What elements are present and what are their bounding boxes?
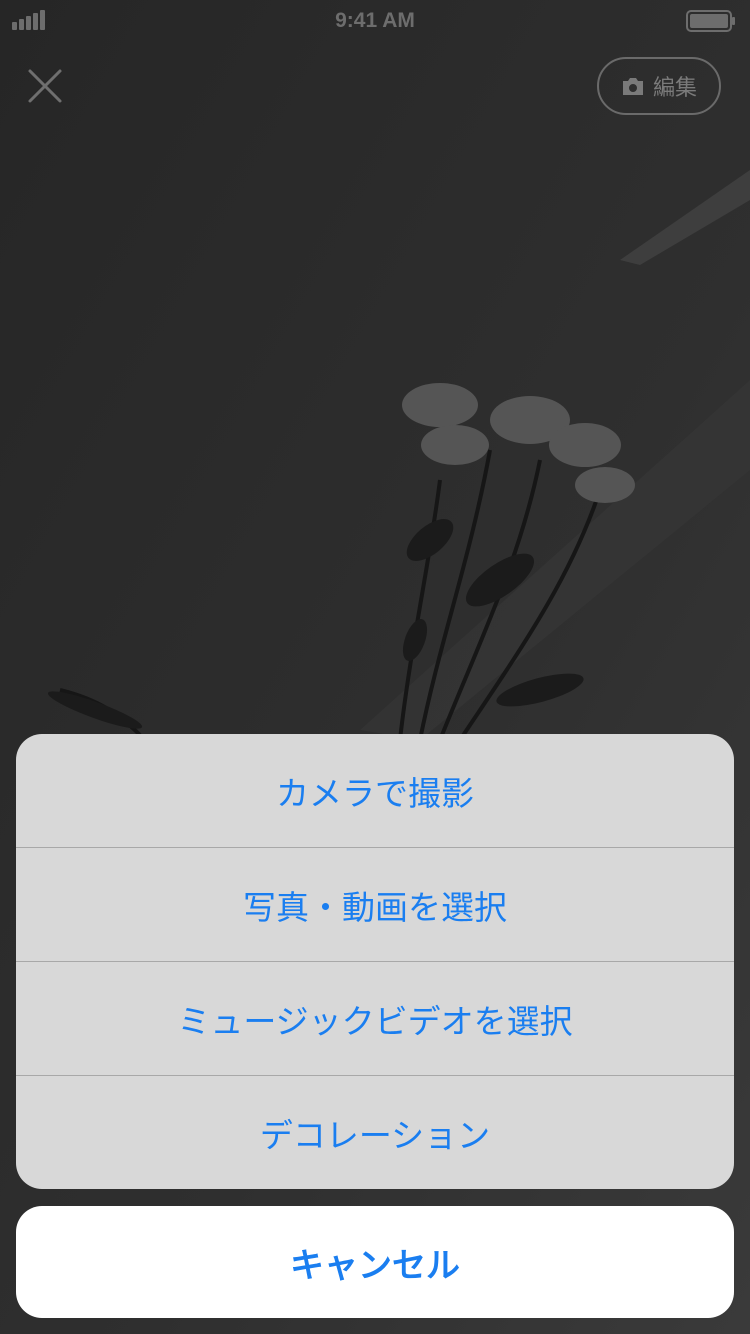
action-select-photo-video[interactable]: 写真・動画を選択 [16,848,734,961]
battery-icon [686,10,735,32]
edit-button[interactable]: 編集 [597,57,721,115]
close-button[interactable] [22,63,68,109]
status-time: 9:41 AM [335,9,415,32]
close-icon [28,69,62,103]
cancel-button[interactable]: キャンセル [16,1206,734,1318]
action-sheet: カメラで撮影 写真・動画を選択 ミュージックビデオを選択 デコレーション [16,734,734,1189]
action-select-music-video[interactable]: ミュージックビデオを選択 [16,962,734,1075]
edit-label: 編集 [652,76,697,101]
action-decoration[interactable]: デコレーション [16,1076,734,1189]
camera-icon [622,78,643,95]
action-take-photo[interactable]: カメラで撮影 [16,734,734,847]
status-bar: 9:41 AM [0,0,750,40]
